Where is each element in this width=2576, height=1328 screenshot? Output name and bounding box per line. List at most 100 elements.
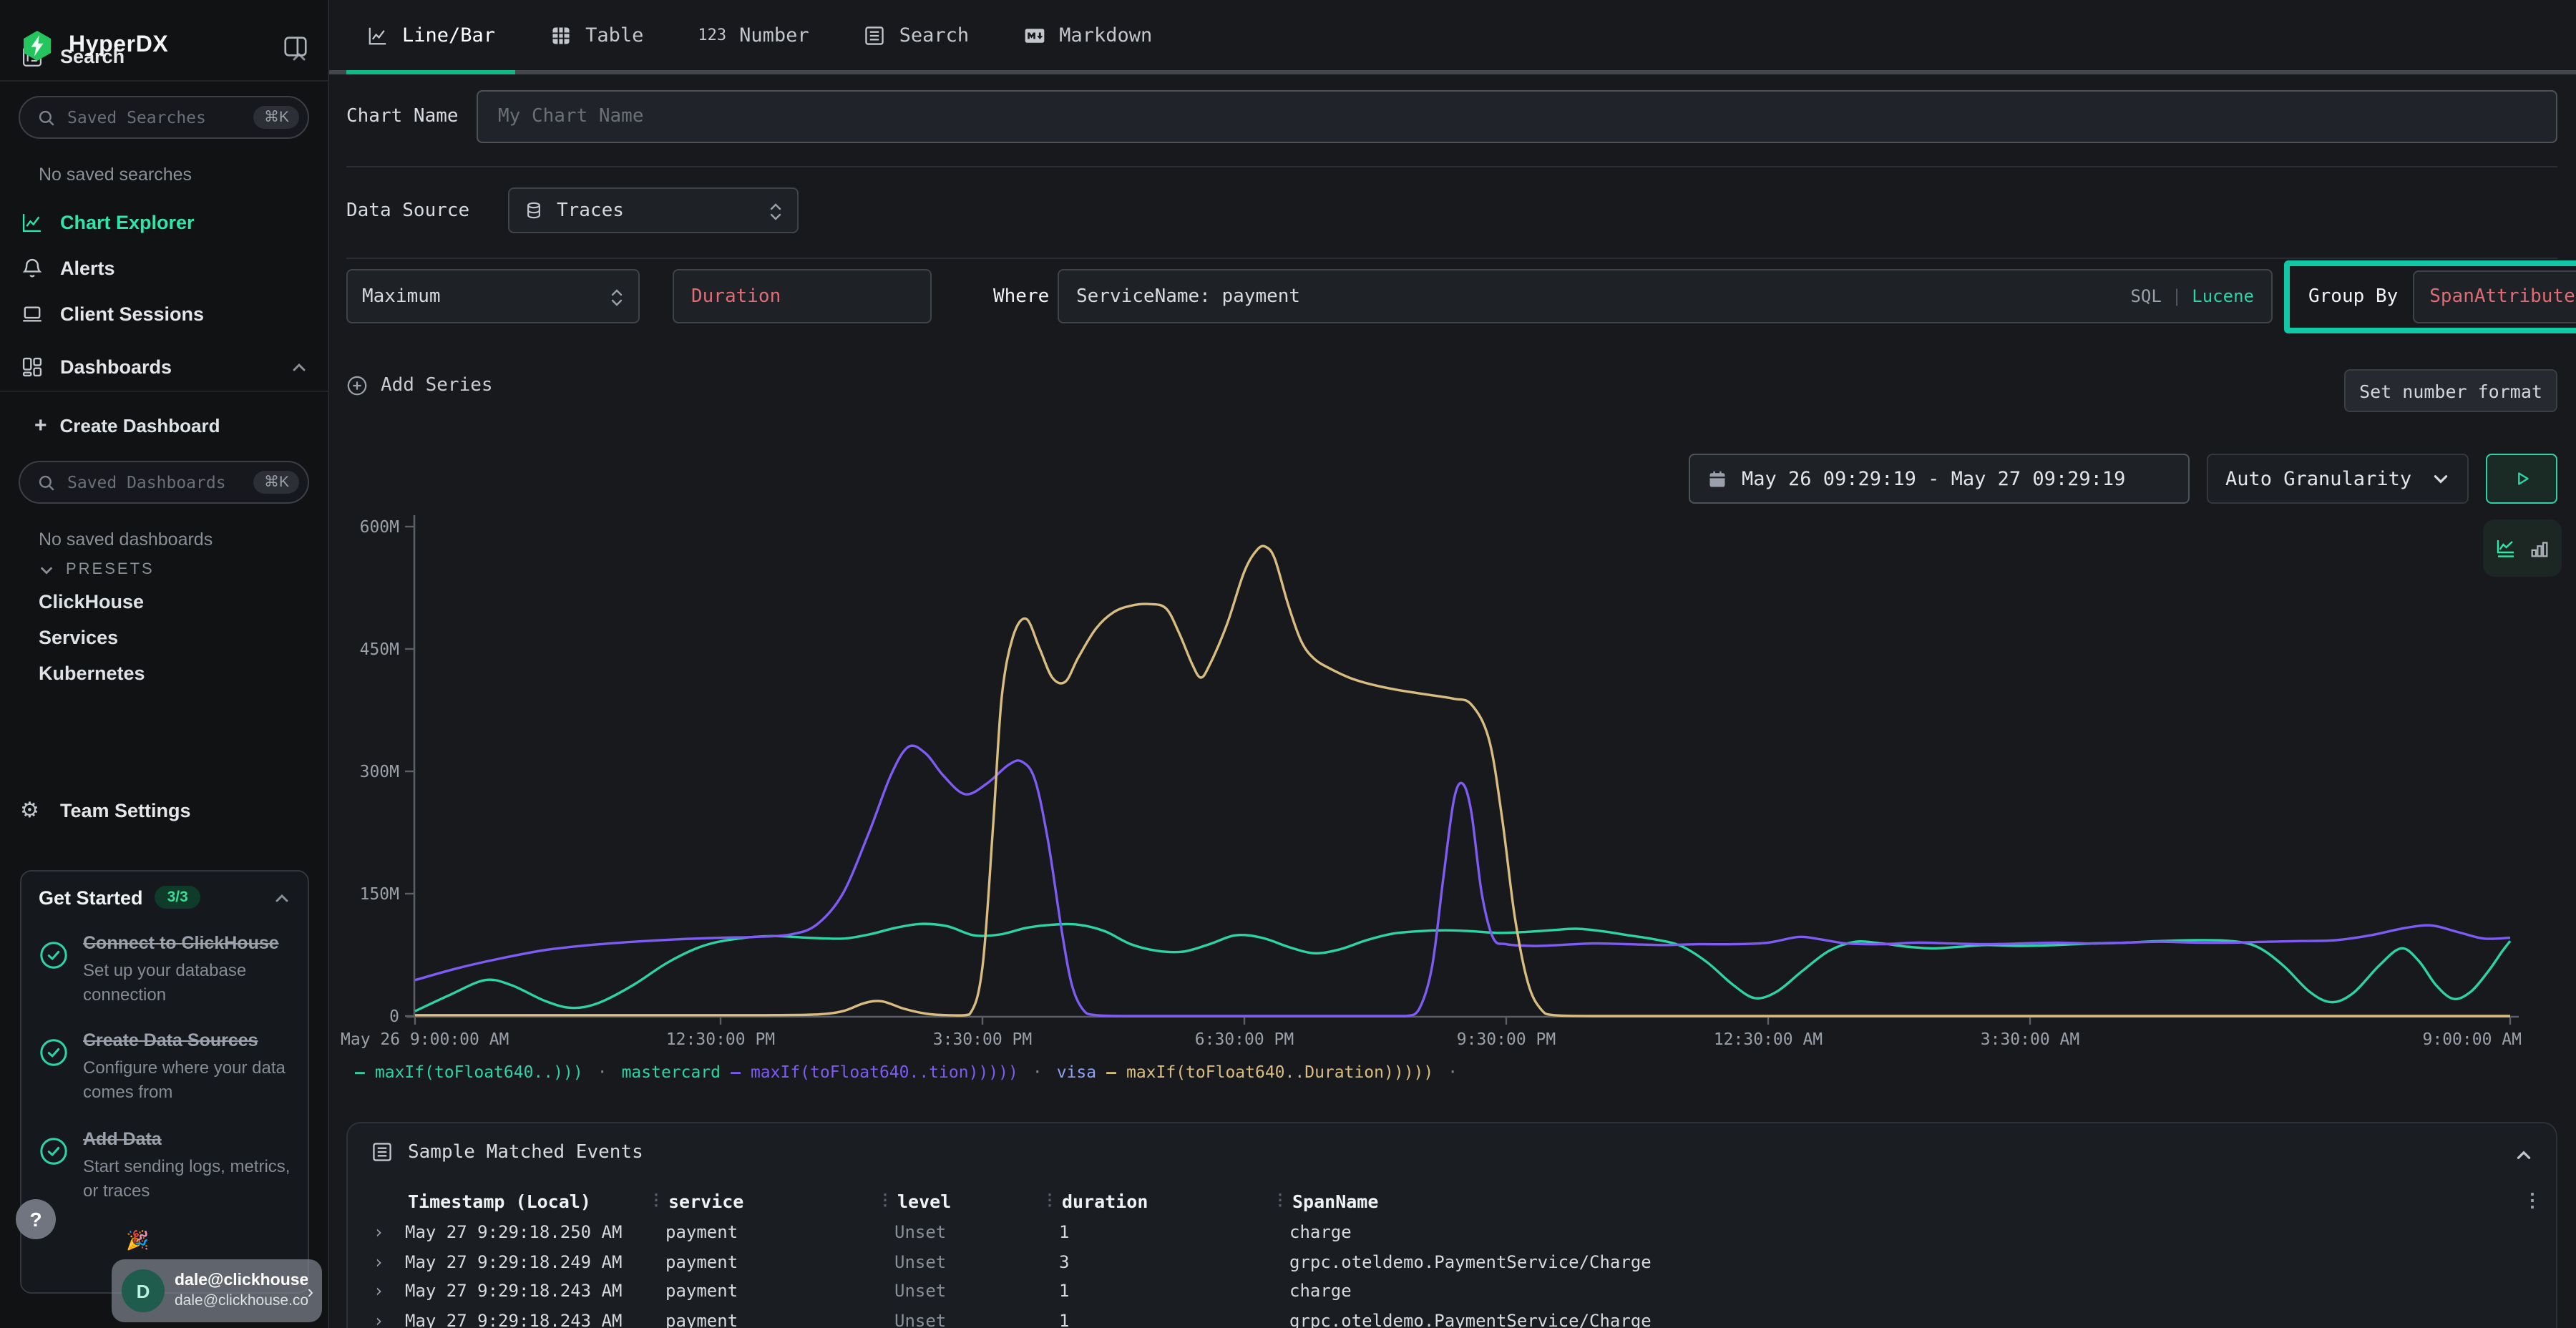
series-line-unset[interactable] [415,546,2510,1016]
group-by-highlight-annotation: Group By SpanAttributes['app.payment.car… [2284,260,2576,333]
sidebar-item-chart-explorer[interactable]: Chart Explorer [0,199,328,245]
lucene-mode-toggle[interactable]: Lucene [2192,286,2254,306]
tab-search[interactable]: Search [844,0,990,70]
sidebar-item-alerts[interactable]: Alerts [0,245,328,290]
column-drag-handle[interactable]: ⋮ [877,1190,893,1209]
user-menu[interactable]: D dale@clickhouse.com dale@clickhouse.co… [112,1259,322,1322]
saved-dashboards-field[interactable] [56,472,254,492]
logo-row: HyperDX [0,0,329,92]
sidebar-section-dashboards[interactable]: Dashboards [0,342,328,391]
tab-line-bar[interactable]: Line/Bar [346,0,515,70]
get-started-card: Get Started 3/3 Connect to ClickHouseSet… [20,870,309,1294]
get-started-item[interactable]: Connect to ClickHouseSet up your databas… [39,932,291,1007]
column-header-spanname[interactable]: ⋮SpanName [1289,1190,2507,1211]
team-settings-label: Team Settings [60,799,191,821]
legend-series-name: maxIf(toFloat640..tion))))) [751,1062,1018,1082]
svg-text:450M: 450M [360,640,399,659]
where-input[interactable]: ServiceName: payment SQL | Lucene [1058,269,2273,323]
group-by-input[interactable]: SpanAttributes['app.payment.card_type'] [2412,270,2576,323]
cell-spanname: charge [1289,1223,2507,1243]
select-updown-icon [610,285,624,307]
get-started-title: Get Started [39,887,143,908]
cmd-k-shortcut: ⌘K [254,106,299,129]
preset-item-services[interactable]: Services [0,620,328,655]
svg-text:9:30:00 PM: 9:30:00 PM [1457,1030,1556,1049]
sidebar-item-label: Client Sessions [60,303,204,324]
data-source-label: Data Source [346,200,469,222]
presets-toggle[interactable]: PRESETS [0,552,328,584]
legend-series-name: maxIf(toFloat640..Duration))))) [1126,1062,1433,1082]
sidebar-item-client-sessions[interactable]: Client Sessions [0,290,328,336]
preset-item-clickhouse[interactable]: ClickHouse [0,584,328,620]
tab-label: Number [739,24,809,47]
column-header-level[interactable]: ⋮level [894,1190,1059,1211]
cell-service: payment [665,1252,894,1272]
cell-duration: 1 [1059,1311,1289,1328]
legend-item-unset[interactable]: —maxIf(toFloat640..Duration))))) [1106,1062,1433,1082]
select-updown-icon [769,200,783,221]
events-title: Sample Matched Events [408,1141,643,1163]
legend-item-visa[interactable]: —maxIf(toFloat640..tion))))) [731,1062,1018,1082]
svg-text:600M: 600M [360,518,399,537]
sidebar-item-team-settings[interactable]: ⚙ Team Settings [0,787,329,833]
aggregation-select[interactable]: Maximum [346,269,640,323]
event-row[interactable]: ›May 27 9:29:18.249 AMpaymentUnset3grpc.… [368,1247,2542,1276]
event-row[interactable]: ›May 27 9:29:18.243 AMpaymentUnset1grpc.… [368,1306,2542,1328]
column-header-service[interactable]: ⋮service [665,1190,894,1211]
sql-mode-toggle[interactable]: SQL [2130,286,2161,306]
screen: HyperDX Search ⌘K No saved searches Char… [0,0,2576,1328]
data-source-select[interactable]: Traces [508,187,799,233]
help-button[interactable]: ? [16,1199,56,1239]
event-row[interactable]: ›May 27 9:29:18.243 AMpaymentUnset1charg… [368,1276,2542,1306]
granularity-select[interactable]: Auto Granularity [2207,454,2469,504]
column-drag-handle[interactable]: ⋮ [648,1190,664,1209]
gear-icon: ⚙ [20,798,44,822]
series-line-visa[interactable] [415,746,2510,1016]
column-header-duration[interactable]: ⋮duration [1059,1190,1289,1211]
preset-item-kubernetes[interactable]: Kubernetes [0,655,328,691]
get-started-header[interactable]: Get Started 3/3 [39,886,291,909]
chevron-up-icon[interactable] [273,889,291,906]
saved-dashboards-input[interactable]: ⌘K [19,461,309,504]
plus-icon: + [34,413,47,437]
tab-number[interactable]: 123Number [678,0,829,70]
saved-searches-field[interactable] [56,107,254,127]
cell-level: Unset [894,1252,1059,1272]
search-icon [37,108,56,127]
tab-underline-track [329,70,2576,74]
legend-separator: · [1028,1062,1047,1082]
legend-item-mastercard[interactable]: —maxIf(toFloat640..))) [355,1062,583,1082]
run-query-button[interactable] [2486,454,2557,504]
add-series-button[interactable]: Add Series [346,375,493,396]
get-started-item-subtitle: Configure where your data comes from [83,1057,291,1105]
hyperdx-app: HyperDX Search ⌘K No saved searches Char… [0,0,2576,1328]
check-circle-icon [39,1038,69,1068]
set-number-format-button[interactable]: Set number format [2344,369,2557,412]
get-started-item[interactable]: Add DataStart sending logs, metrics, or … [39,1128,291,1203]
get-started-item[interactable]: Create Data SourcesConfigure where your … [39,1030,291,1105]
user-org: dale@clickhouse.com's [175,1292,307,1309]
tab-markdown[interactable]: Markdown [1003,0,1172,70]
saved-searches-input[interactable]: ⌘K [19,96,309,139]
tab-table[interactable]: Table [530,0,663,70]
cell-timestamp: May 27 9:29:18.243 AM [405,1281,665,1302]
field-input[interactable]: Duration [673,269,932,323]
table-options-kebab-icon[interactable]: ⋮ [2507,1190,2542,1211]
column-drag-handle[interactable]: ⋮ [1042,1190,1058,1209]
collapse-events-chevron-icon[interactable] [2514,1143,2533,1161]
legend-series-name: maxIf(toFloat640..))) [375,1062,583,1082]
date-range-picker[interactable]: May 26 09:29:19 - May 27 09:29:19 [1689,454,2190,504]
date-range-value: May 26 09:29:19 - May 27 09:29:19 [1742,467,2125,490]
chevron-up-icon[interactable] [291,358,308,375]
row-expand-chevron-icon: › [368,1252,405,1272]
hyperdx-logo-icon [20,29,54,63]
chart-name-input[interactable] [477,90,2557,143]
line-chart-tab-icon [366,24,389,47]
create-dashboard-button[interactable]: + Create Dashboard [0,404,328,446]
column-drag-handle[interactable]: ⋮ [1272,1190,1288,1209]
timeseries-chart[interactable]: 0150M300M450M600MMay 26 9:00:00 AM12:30:… [329,504,2576,1059]
event-row[interactable]: ›May 27 9:29:18.250 AMpaymentUnset1charg… [368,1218,2542,1247]
legend-group-label: visa [1057,1062,1096,1082]
collapse-sidebar-icon[interactable] [282,32,309,59]
column-header-timestamp-local-[interactable]: Timestamp (Local) [405,1190,665,1211]
